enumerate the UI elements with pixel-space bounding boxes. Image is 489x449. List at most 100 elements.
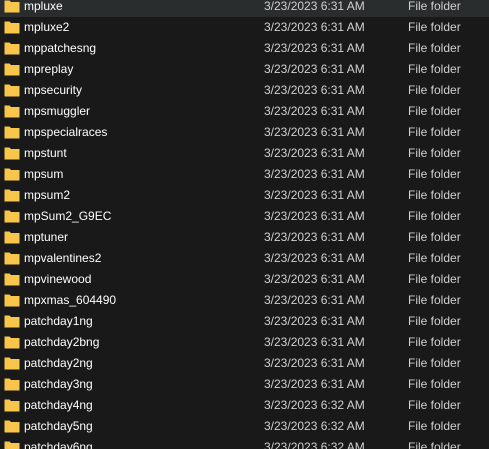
date-modified: 3/23/2023 6:31 AM xyxy=(264,104,365,118)
file-row[interactable]: mpluxe2 3/23/2023 6:31 AM File folder xyxy=(0,17,489,38)
folder-icon xyxy=(4,0,20,13)
date-modified: 3/23/2023 6:31 AM xyxy=(264,230,365,244)
file-rows: mpluxe 3/23/2023 6:31 AM File folder mpluxe… xyxy=(0,0,489,449)
date-modified: 3/23/2023 6:31 AM xyxy=(264,356,365,370)
file-row[interactable]: mppatchesng 3/23/2023 6:31 AM File folder xyxy=(0,38,489,59)
date-modified: 3/23/2023 6:31 AM xyxy=(264,83,365,97)
date-modified: 3/23/2023 6:31 AM xyxy=(264,167,365,181)
file-row[interactable]: mpsmuggler 3/23/2023 6:31 AM File folder xyxy=(0,101,489,122)
folder-icon xyxy=(4,440,20,449)
file-row[interactable]: mpsecurity 3/23/2023 6:31 AM File folder xyxy=(0,80,489,101)
folder-icon xyxy=(4,209,20,223)
date-modified: 3/23/2023 6:32 AM xyxy=(264,419,365,433)
file-row[interactable]: mpSum2_G9EC 3/23/2023 6:31 AM File folder xyxy=(0,206,489,227)
file-row[interactable]: patchday5ng 3/23/2023 6:32 AM File folder xyxy=(0,416,489,437)
file-name: mptuner xyxy=(24,230,69,244)
file-list: mpluxe 3/23/2023 6:31 AM File folder mpluxe… xyxy=(0,0,489,449)
file-row[interactable]: patchday3ng 3/23/2023 6:31 AM File folder xyxy=(0,374,489,395)
file-type: File folder xyxy=(408,377,461,391)
folder-icon xyxy=(4,167,20,181)
file-type: File folder xyxy=(408,104,461,118)
file-name: mpSum2_G9EC xyxy=(24,209,112,223)
file-type: File folder xyxy=(408,419,461,433)
file-type: File folder xyxy=(408,314,461,328)
folder-icon xyxy=(4,230,20,244)
folder-icon xyxy=(4,419,20,433)
folder-icon xyxy=(4,398,20,412)
date-modified: 3/23/2023 6:31 AM xyxy=(264,293,365,307)
file-type: File folder xyxy=(408,293,461,307)
file-row[interactable]: patchday2bng 3/23/2023 6:31 AM File folder xyxy=(0,332,489,353)
folder-icon xyxy=(4,377,20,391)
file-name: mpluxe2 xyxy=(24,20,70,34)
file-row[interactable]: mpvinewood 3/23/2023 6:31 AM File folder xyxy=(0,269,489,290)
file-row[interactable]: mpluxe 3/23/2023 6:31 AM File folder xyxy=(0,0,489,17)
file-name: mpxmas_604490 xyxy=(24,293,117,307)
file-row[interactable]: patchday6ng 3/23/2023 6:32 AM File folder xyxy=(0,437,489,449)
file-type: File folder xyxy=(408,272,461,286)
date-modified: 3/23/2023 6:31 AM xyxy=(264,20,365,34)
date-modified: 3/23/2023 6:31 AM xyxy=(264,41,365,55)
file-type: File folder xyxy=(408,398,461,412)
file-name: mpsum2 xyxy=(24,188,71,202)
file-name: mpsecurity xyxy=(24,83,83,97)
date-modified: 3/23/2023 6:31 AM xyxy=(264,377,365,391)
file-type: File folder xyxy=(408,83,461,97)
file-type: File folder xyxy=(408,167,461,181)
folder-icon xyxy=(4,20,20,34)
folder-icon xyxy=(4,356,20,370)
file-name: mppatchesng xyxy=(24,41,97,55)
date-modified: 3/23/2023 6:31 AM xyxy=(264,146,365,160)
folder-icon xyxy=(4,104,20,118)
folder-icon xyxy=(4,272,20,286)
file-type: File folder xyxy=(408,188,461,202)
date-modified: 3/23/2023 6:31 AM xyxy=(264,251,365,265)
folder-icon xyxy=(4,83,20,97)
date-modified: 3/23/2023 6:31 AM xyxy=(264,272,365,286)
date-modified: 3/23/2023 6:32 AM xyxy=(264,440,365,449)
file-name: patchday6ng xyxy=(24,440,93,449)
file-name: patchday4ng xyxy=(24,398,93,412)
date-modified: 3/23/2023 6:31 AM xyxy=(264,125,365,139)
file-row[interactable]: mpstunt 3/23/2023 6:31 AM File folder xyxy=(0,143,489,164)
file-name: patchday5ng xyxy=(24,419,93,433)
file-row[interactable]: patchday2ng 3/23/2023 6:31 AM File folder xyxy=(0,353,489,374)
file-name: mpsmuggler xyxy=(24,104,91,118)
file-row[interactable]: patchday4ng 3/23/2023 6:32 AM File folder xyxy=(0,395,489,416)
file-type: File folder xyxy=(408,125,461,139)
date-modified: 3/23/2023 6:31 AM xyxy=(264,209,365,223)
file-type: File folder xyxy=(408,230,461,244)
file-row[interactable]: mpxmas_604490 3/23/2023 6:31 AM File folde… xyxy=(0,290,489,311)
date-modified: 3/23/2023 6:31 AM xyxy=(264,314,365,328)
date-modified: 3/23/2023 6:31 AM xyxy=(264,188,365,202)
date-modified: 3/23/2023 6:31 AM xyxy=(264,62,365,76)
file-name: patchday1ng xyxy=(24,314,93,328)
folder-icon xyxy=(4,251,20,265)
file-row[interactable]: mpsum2 3/23/2023 6:31 AM File folder xyxy=(0,185,489,206)
date-modified: 3/23/2023 6:31 AM xyxy=(264,0,365,13)
file-type: File folder xyxy=(408,146,461,160)
file-name: mpsum xyxy=(24,167,64,181)
file-type: File folder xyxy=(408,251,461,265)
file-type: File folder xyxy=(408,62,461,76)
file-name: mpluxe xyxy=(24,0,63,13)
date-modified: 3/23/2023 6:32 AM xyxy=(264,398,365,412)
folder-icon xyxy=(4,314,20,328)
folder-icon xyxy=(4,335,20,349)
file-name: mpvinewood xyxy=(24,272,92,286)
folder-icon xyxy=(4,41,20,55)
file-row[interactable]: mpspecialraces 3/23/2023 6:31 AM File fold… xyxy=(0,122,489,143)
file-name: patchday3ng xyxy=(24,377,93,391)
folder-icon xyxy=(4,146,20,160)
file-name: mpreplay xyxy=(24,62,74,76)
file-row[interactable]: mpvalentines2 3/23/2023 6:31 AM File folde… xyxy=(0,248,489,269)
file-row[interactable]: mpreplay 3/23/2023 6:31 AM File folder xyxy=(0,59,489,80)
file-row[interactable]: patchday1ng 3/23/2023 6:31 AM File folder xyxy=(0,311,489,332)
file-type: File folder xyxy=(408,20,461,34)
folder-icon xyxy=(4,293,20,307)
file-name: patchday2bng xyxy=(24,335,100,349)
file-row[interactable]: mpsum 3/23/2023 6:31 AM File folder xyxy=(0,164,489,185)
file-name: mpstunt xyxy=(24,146,67,160)
file-row[interactable]: mptuner 3/23/2023 6:31 AM File folder xyxy=(0,227,489,248)
file-type: File folder xyxy=(408,0,461,13)
